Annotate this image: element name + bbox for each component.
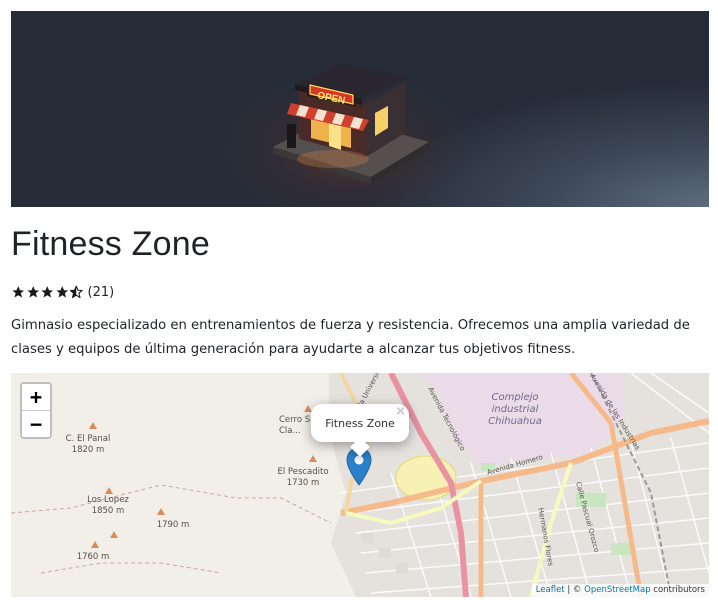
star-full-icon <box>12 286 25 298</box>
peak-label: Los Lopez 1850 m <box>83 495 133 517</box>
shop-illustration: OPEN <box>273 64 429 184</box>
attribution-suffix: contributors <box>650 585 705 595</box>
spot-height: 1790 m <box>156 520 190 530</box>
page-title: Fitness Zone <box>11 225 210 263</box>
place-description: Gimnasio especializado en entrenamientos… <box>11 318 690 357</box>
peak-name: El Pescadito <box>277 467 329 477</box>
peak-name: C. El Panal <box>65 434 111 444</box>
map-attribution: Leaflet | © OpenStreetMap contributors <box>531 584 709 597</box>
rating-count: (21) <box>87 284 115 300</box>
map-popup: Fitness Zone × <box>311 404 409 457</box>
star-full-icon <box>55 286 68 298</box>
star-rating <box>11 285 84 299</box>
map[interactable]: C. El Panal 1820 m Los Lopez 1850 m El P… <box>11 373 709 597</box>
spot-height: 1760 m <box>76 552 110 562</box>
popup-close-button[interactable]: × <box>395 405 406 419</box>
zoom-control: + − <box>20 382 52 439</box>
star-half-icon <box>69 285 83 299</box>
peak-label: El Pescadito 1730 m <box>273 467 333 489</box>
peak-elevation: 1730 m <box>286 478 320 488</box>
hero-image: OPEN <box>11 11 709 207</box>
rating: (21) <box>11 283 114 301</box>
star-full-icon <box>41 286 54 298</box>
peak-label: C. El Panal 1820 m <box>63 434 113 456</box>
peak-name: Los Lopez <box>87 495 129 505</box>
peak-elevation: 1820 m <box>71 445 105 455</box>
attribution-separator: | © <box>564 585 585 595</box>
zoom-out-button[interactable]: − <box>22 410 50 437</box>
leaflet-link[interactable]: Leaflet <box>536 585 565 595</box>
star-full-icon <box>26 286 39 298</box>
zoom-in-button[interactable]: + <box>22 384 50 410</box>
osm-link[interactable]: OpenStreetMap <box>584 585 650 595</box>
peak-elevation: 1850 m <box>91 506 125 516</box>
area-label: Complejo industrial Chihuahua <box>488 392 542 427</box>
